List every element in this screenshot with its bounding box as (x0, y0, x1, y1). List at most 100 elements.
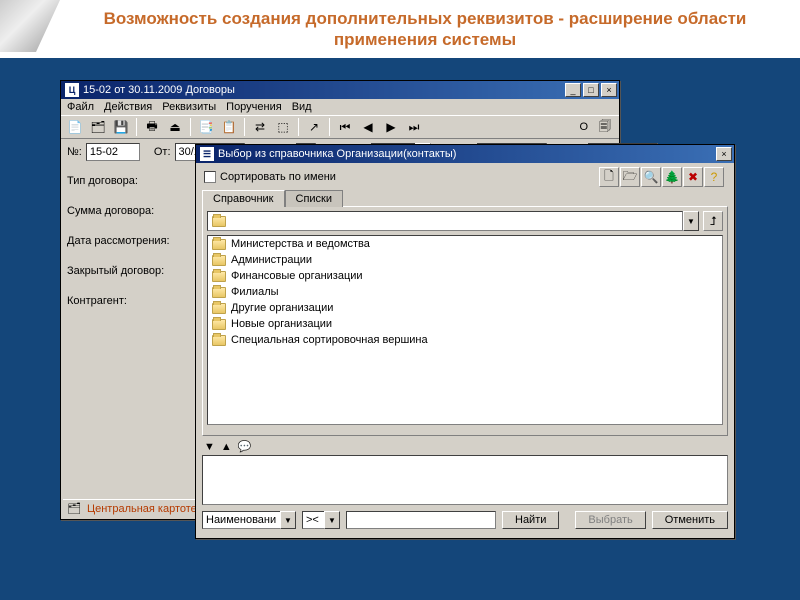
toolbar-btn-4[interactable]: 🖶 (142, 117, 162, 137)
toolbar-btn-8[interactable]: ⇄ (250, 117, 270, 137)
dialog-body: Сортировать по имени 🗋 🗁 🔍 🌲 ✖ ? Справоч… (196, 163, 734, 538)
op-dropdown-icon[interactable]: ▼ (324, 511, 340, 529)
toolbar-sep (190, 118, 191, 136)
tab-reference[interactable]: Справочник (202, 190, 285, 207)
label-review-date: Дата рассмотрения: (67, 235, 185, 247)
menu-file[interactable]: Файл (67, 101, 94, 113)
menu-actions[interactable]: Действия (104, 101, 152, 113)
field-combo-value[interactable] (202, 511, 280, 529)
nav-down-icon[interactable]: ▼ (204, 441, 215, 453)
nav-note-icon[interactable]: 💬 (238, 440, 252, 453)
toolbar-btn-1[interactable]: 📄 (65, 117, 85, 137)
dialog-close-button[interactable]: × (716, 147, 732, 161)
toolbar-btn-9[interactable]: ⬚ (273, 117, 293, 137)
toolbar-next[interactable]: ▶ (381, 117, 401, 137)
stage: Ц 15-02 от 30.11.2009 Договоры _ □ × Фай… (0, 58, 800, 600)
dlg-tool-help[interactable]: ? (704, 167, 724, 187)
toolbar-btn-7[interactable]: 📋 (219, 117, 239, 137)
slide-title: Возможность создания дополнительных рекв… (70, 8, 780, 51)
bottom-row: ▼ ▼ Найти Выбрать Отменить (202, 511, 728, 529)
main-titlebar: Ц 15-02 от 30.11.2009 Договоры _ □ × (61, 81, 619, 99)
nav-triangles: ▼ ▲ 💬 (204, 440, 726, 453)
no-input[interactable] (86, 143, 140, 161)
dialog-tabs: Справочник Списки (202, 189, 728, 206)
toolbar-btn-right[interactable]: 🗐 (595, 117, 615, 137)
field-combo-dropdown-icon[interactable]: ▼ (280, 511, 296, 529)
folder-icon (212, 271, 226, 282)
field-combo[interactable]: ▼ (202, 511, 296, 529)
op-combo[interactable]: ▼ (302, 511, 340, 529)
toolbar-prev[interactable]: ◀ (358, 117, 378, 137)
main-toolbar: 📄 🗂 💾 🖶 ⏏ 📑 📋 ⇄ ⬚ ↗ ⏮ ◀ ▶ ⏭ О 🗐 (61, 115, 619, 139)
nav-up-icon[interactable]: ▲ (221, 441, 232, 453)
slide-corner-graphic (0, 0, 60, 52)
toolbar-sep (329, 118, 330, 136)
item-label: Другие организации (231, 302, 333, 314)
menu-assignments[interactable]: Поручения (226, 101, 282, 113)
list-item[interactable]: Филиалы (208, 284, 722, 300)
list-item[interactable]: Администрации (208, 252, 722, 268)
folder-icon (212, 303, 226, 314)
item-label: Новые организации (231, 318, 332, 330)
up-folder-button[interactable]: ⮥ (703, 211, 723, 231)
folder-icon (212, 287, 226, 298)
toolbar-sep (244, 118, 245, 136)
side-labels: Тип договора: Сумма договора: Дата рассм… (61, 165, 191, 493)
path-row: ▼ ⮥ (207, 211, 723, 231)
folder-icon (212, 239, 226, 250)
sort-checkbox[interactable] (204, 171, 216, 183)
dlg-tool-del[interactable]: ✖ (683, 167, 703, 187)
item-label: Министерства и ведомства (231, 238, 370, 250)
dialog-icon: ☰ (200, 147, 214, 161)
toolbar-btn-3[interactable]: 💾 (111, 117, 131, 137)
dlg-tool-find[interactable]: 🔍 (641, 167, 661, 187)
folder-icon (212, 319, 226, 330)
close-button[interactable]: × (601, 83, 617, 97)
toolbar-last[interactable]: ⏭ (404, 117, 424, 137)
no-label: №: (67, 146, 82, 158)
folder-icon (212, 255, 226, 266)
tab-lists[interactable]: Списки (285, 190, 344, 207)
list-item[interactable]: Новые организации (208, 316, 722, 332)
search-input[interactable] (346, 511, 496, 529)
list-item[interactable]: Финансовые организации (208, 268, 722, 284)
minimize-button[interactable]: _ (565, 83, 581, 97)
sort-label: Сортировать по имени (220, 171, 336, 183)
find-button[interactable]: Найти (502, 511, 559, 529)
from-label: От: (154, 146, 171, 158)
app-icon: Ц (65, 83, 79, 97)
toolbar-btn-5[interactable]: ⏏ (165, 117, 185, 137)
select-button[interactable]: Выбрать (575, 511, 645, 529)
org-listview[interactable]: Министерства и ведомства Администрации Ф… (207, 235, 723, 425)
toolbar-btn-6[interactable]: 📑 (196, 117, 216, 137)
list-item[interactable]: Специальная сортировочная вершина (208, 332, 722, 348)
menu-requisites[interactable]: Реквизиты (162, 101, 216, 113)
maximize-button[interactable]: □ (583, 83, 599, 97)
dlg-tool-open[interactable]: 🗁 (620, 167, 640, 187)
dialog-toolbar: 🗋 🗁 🔍 🌲 ✖ ? (599, 167, 724, 187)
toolbar-first[interactable]: ⏮ (335, 117, 355, 137)
dlg-tool-tree[interactable]: 🌲 (662, 167, 682, 187)
toolbar-btn-10[interactable]: ↗ (304, 117, 324, 137)
status-text: Центральная картотека (87, 503, 208, 515)
notes-area[interactable] (202, 455, 728, 505)
dialog-title-text: Выбор из справочника Организации(контакт… (218, 148, 714, 160)
path-dropdown-icon[interactable]: ▼ (683, 211, 699, 231)
folder-open-icon (212, 216, 226, 227)
main-title-text: 15-02 от 30.11.2009 Договоры (83, 84, 563, 96)
op-value[interactable] (302, 511, 324, 529)
slide-header: Возможность создания дополнительных рекв… (0, 0, 800, 58)
label-contract-sum: Сумма договора: (67, 205, 185, 217)
cancel-button[interactable]: Отменить (652, 511, 728, 529)
dlg-tool-new[interactable]: 🗋 (599, 167, 619, 187)
toolbar-btn-2[interactable]: 🗂 (88, 117, 108, 137)
toolbar-right-label: О (579, 121, 588, 133)
list-item[interactable]: Министерства и ведомства (208, 236, 722, 252)
list-item[interactable]: Другие организации (208, 300, 722, 316)
tab-panel: ▼ ⮥ Министерства и ведомства Администрац… (202, 206, 728, 436)
menu-view[interactable]: Вид (292, 101, 312, 113)
dialog-window: ☰ Выбор из справочника Организации(конта… (195, 144, 735, 539)
dialog-titlebar: ☰ Выбор из справочника Организации(конта… (196, 145, 734, 163)
path-combo[interactable]: ▼ (207, 211, 699, 231)
toolbar-sep (136, 118, 137, 136)
